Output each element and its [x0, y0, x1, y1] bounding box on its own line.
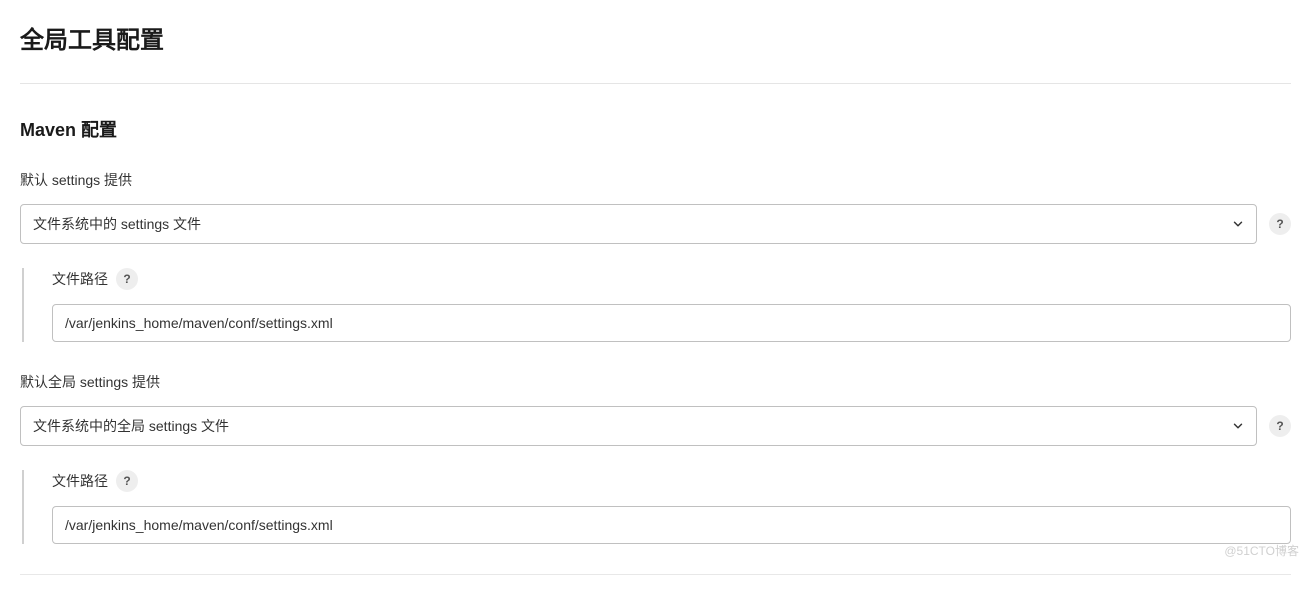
section-divider: [20, 83, 1291, 84]
default-settings-nested: 文件路径 ?: [22, 268, 1291, 342]
section-title-maven: Maven 配置: [20, 116, 1291, 142]
default-settings-select[interactable]: 文件系统中的 settings 文件: [20, 204, 1257, 244]
help-icon[interactable]: ?: [116, 268, 138, 290]
page-title: 全局工具配置: [20, 20, 1291, 55]
file-path-label: 文件路径: [52, 471, 108, 491]
global-settings-path-input[interactable]: [52, 506, 1291, 544]
global-settings-label: 默认全局 settings 提供: [20, 372, 1291, 392]
global-settings-nested: 文件路径 ?: [22, 470, 1291, 544]
default-settings-path-input[interactable]: [52, 304, 1291, 342]
global-settings-select[interactable]: 文件系统中的全局 settings 文件: [20, 406, 1257, 446]
file-path-label: 文件路径: [52, 269, 108, 289]
bottom-divider: [20, 574, 1291, 575]
watermark: @51CTO博客: [1224, 542, 1299, 559]
help-icon[interactable]: ?: [1269, 415, 1291, 437]
help-icon[interactable]: ?: [116, 470, 138, 492]
help-icon[interactable]: ?: [1269, 213, 1291, 235]
default-settings-label: 默认 settings 提供: [20, 170, 1291, 190]
